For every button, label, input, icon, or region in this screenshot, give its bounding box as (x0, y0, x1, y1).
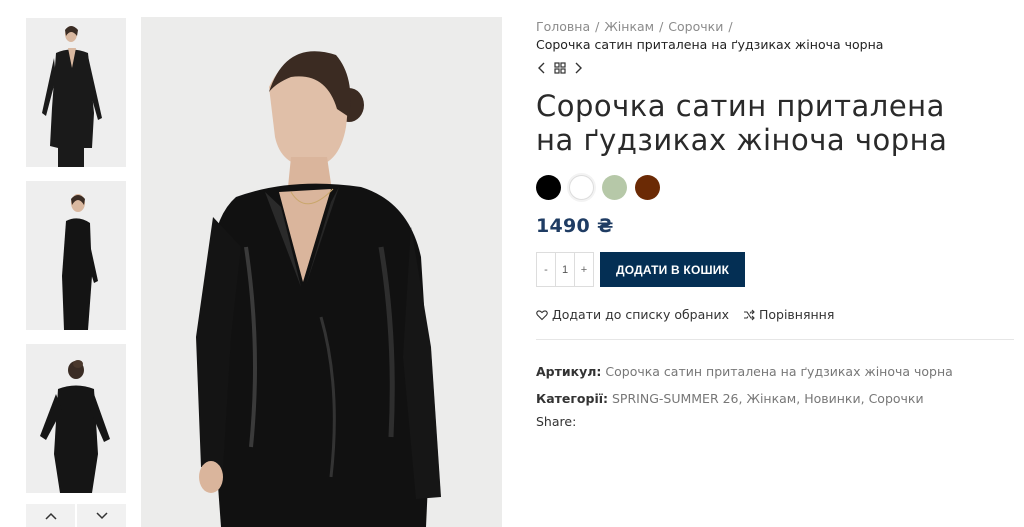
thumbnail-prev-button[interactable] (26, 504, 75, 527)
qty-minus-button[interactable]: - (537, 253, 555, 286)
next-product-button[interactable] (572, 61, 584, 75)
breadcrumb-separator: / (659, 19, 664, 34)
back-to-shop-button[interactable] (554, 61, 566, 75)
breadcrumb-separator: / (728, 19, 733, 34)
main-product-image[interactable] (141, 17, 502, 527)
category-link[interactable]: Сорочки (869, 391, 924, 406)
category-link[interactable]: Жінкам (746, 391, 796, 406)
category-link[interactable]: Новинки (804, 391, 860, 406)
qty-plus-button[interactable]: + (575, 253, 593, 286)
grid-icon (554, 62, 566, 74)
product-navigation (536, 60, 1014, 76)
thumbnail-front[interactable] (26, 18, 126, 167)
product-actions: Додати до списку обраних Порівняння (536, 307, 1014, 322)
sku-value: Сорочка сатин приталена на ґудзиках жіно… (605, 364, 953, 379)
compare-label: Порівняння (758, 307, 835, 322)
categories-label: Категорії: (536, 391, 609, 406)
product-title: Сорочка сатин приталена на ґудзиках жіно… (536, 89, 948, 157)
add-to-cart-form: - + ДОДАТИ В КОШИК (536, 252, 1014, 287)
category-link[interactable]: SPRING-SUMMER 26 (612, 391, 739, 406)
heart-icon (536, 309, 548, 320)
shuffle-icon (743, 309, 755, 320)
chevron-left-icon (538, 62, 545, 74)
product-summary: Головна / Жінкам / Сорочки / Сорочка сатин пр… (536, 18, 1014, 429)
quantity-stepper: - + (536, 252, 594, 287)
breadcrumb-shirts[interactable]: Сорочки (668, 19, 723, 34)
chevron-up-icon (44, 512, 57, 520)
swatch-sage[interactable] (602, 175, 627, 200)
chevron-down-icon (95, 511, 108, 519)
swatch-black[interactable] (536, 175, 561, 200)
breadcrumb-separator: / (595, 19, 600, 34)
divider (536, 339, 1014, 340)
breadcrumb-women[interactable]: Жінкам (604, 19, 654, 34)
prev-product-button[interactable] (536, 61, 548, 75)
categories-row: Категорії: SPRING-SUMMER 26, Жінкам, Нов… (536, 385, 1014, 412)
breadcrumb-current: Сорочка сатин приталена на ґудзиках жіно… (536, 37, 884, 52)
thumbnail-navigation (26, 504, 126, 527)
category-separator: , (738, 391, 743, 406)
add-to-wishlist-link[interactable]: Додати до списку обраних (536, 307, 729, 322)
category-separator: , (860, 391, 865, 406)
sku-row: Артикул: Сорочка сатин приталена на ґудз… (536, 358, 1014, 385)
product-meta: Артикул: Сорочка сатин приталена на ґудз… (536, 358, 1014, 412)
sku-label: Артикул: (536, 364, 602, 379)
compare-link[interactable]: Порівняння (743, 307, 834, 322)
add-to-cart-button[interactable]: ДОДАТИ В КОШИК (600, 252, 746, 287)
swatch-brown[interactable] (635, 175, 660, 200)
thumbnail-side[interactable] (26, 181, 126, 330)
thumbnail-next-button[interactable] (77, 504, 126, 527)
breadcrumb: Головна / Жінкам / Сорочки / Сорочка сатин пр… (536, 18, 1014, 54)
share-label: Share: (536, 414, 577, 429)
wishlist-label: Додати до списку обраних (552, 307, 729, 322)
quantity-input[interactable] (555, 253, 575, 286)
swatch-white[interactable] (569, 175, 594, 200)
breadcrumb-home[interactable]: Головна (536, 19, 590, 34)
thumbnail-back[interactable] (26, 344, 126, 493)
product-price: 1490 ₴ (536, 215, 614, 237)
category-separator: , (796, 391, 801, 406)
chevron-right-icon (575, 62, 582, 74)
color-swatches (536, 175, 1014, 200)
